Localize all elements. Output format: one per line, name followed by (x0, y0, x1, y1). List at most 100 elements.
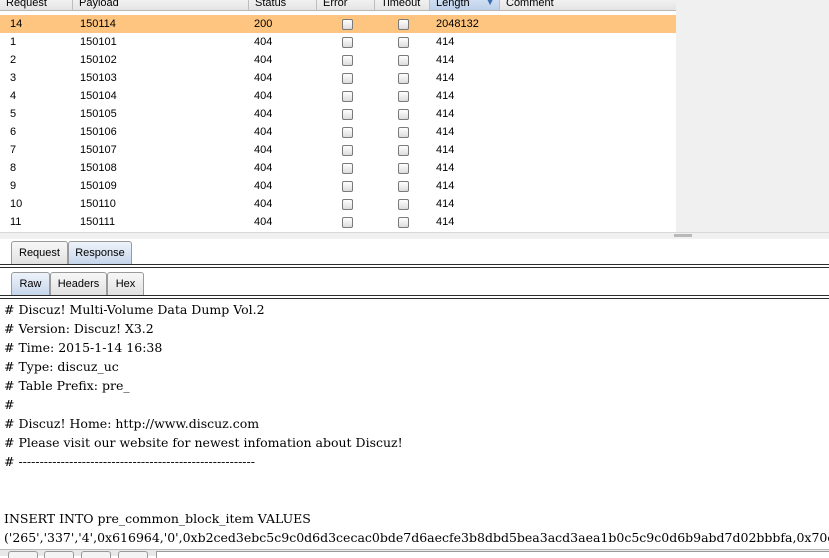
response-line: # Version: Discuz! X3.2 (4, 321, 154, 336)
payload-cell: 150101 (80, 36, 117, 48)
table-empty-area (676, 0, 829, 232)
results-table: Request Payload Status Error Timeout Len… (0, 0, 676, 232)
column-header-length[interactable]: Length ▼ (430, 0, 500, 10)
status-cell: 404 (254, 72, 273, 84)
timeout-checkbox[interactable] (398, 145, 409, 156)
table-row[interactable]: 11 150111 404 414 (0, 213, 676, 231)
sort-descending-icon: ▼ (485, 0, 495, 8)
response-line: # (4, 397, 15, 412)
timeout-checkbox[interactable] (398, 55, 409, 66)
column-header-request[interactable]: Request (0, 0, 73, 10)
tab-label: Response (75, 247, 125, 259)
response-line: # --------------------------------------… (4, 454, 255, 469)
table-row[interactable]: 9 150109 404 414 (0, 177, 676, 195)
error-checkbox[interactable] (342, 91, 353, 102)
status-cell: 404 (254, 126, 273, 138)
length-cell: 414 (436, 162, 455, 174)
status-cell: 404 (254, 180, 273, 192)
request-number-cell: 4 (10, 90, 17, 102)
error-checkbox[interactable] (342, 37, 353, 48)
table-row[interactable]: 3 150103 404 414 (0, 69, 676, 87)
timeout-checkbox[interactable] (398, 91, 409, 102)
tab-hex[interactable]: Hex (107, 272, 144, 295)
length-cell: 414 (436, 198, 455, 210)
request-number-cell: 10 (10, 198, 23, 210)
error-checkbox[interactable] (342, 145, 353, 156)
table-row[interactable]: 8 150108 404 414 (0, 159, 676, 177)
tab-response[interactable]: Response (68, 241, 132, 264)
length-cell: 414 (436, 216, 455, 228)
error-checkbox[interactable] (342, 19, 353, 30)
timeout-checkbox[interactable] (398, 109, 409, 120)
tab-divider (0, 295, 829, 299)
column-header-payload[interactable]: Payload (73, 0, 249, 10)
table-row[interactable]: 10 150110 404 414 (0, 195, 676, 213)
status-cell: 404 (254, 108, 273, 120)
table-row[interactable]: 6 150106 404 414 (0, 123, 676, 141)
length-cell: 414 (436, 144, 455, 156)
table-row[interactable]: 2 150102 404 414 (0, 51, 676, 69)
timeout-checkbox[interactable] (398, 163, 409, 174)
payload-cell: 150105 (80, 108, 117, 120)
column-label: Length (436, 0, 470, 9)
length-cell: 414 (436, 36, 455, 48)
response-line: # Discuz! Home: http://www.discuz.com (4, 416, 260, 431)
error-checkbox[interactable] (342, 199, 353, 210)
tab-label: Raw (19, 278, 42, 290)
error-checkbox[interactable] (342, 109, 353, 120)
payload-cell: 150114 (80, 18, 116, 30)
response-raw-editor[interactable]: # Discuz! Multi-Volume Data Dump Vol.2 # … (0, 300, 829, 549)
column-label: Comment (506, 0, 554, 9)
timeout-checkbox[interactable] (398, 73, 409, 84)
timeout-checkbox[interactable] (398, 19, 409, 30)
payload-cell: 150102 (80, 54, 117, 66)
response-line: # Table Prefix: pre_ (4, 378, 130, 393)
table-row[interactable]: 5 150105 404 414 (0, 105, 676, 123)
payload-cell: 150109 (80, 180, 117, 192)
tab-request[interactable]: Request (11, 241, 68, 264)
request-number-cell: 7 (10, 144, 17, 156)
request-number-cell: 2 (10, 54, 17, 66)
payload-cell: 150104 (80, 90, 117, 102)
error-checkbox[interactable] (342, 73, 353, 84)
table-row[interactable]: 7 150107 404 414 (0, 141, 676, 159)
length-cell: 414 (436, 180, 455, 192)
tab-divider (0, 264, 829, 268)
column-header-comment[interactable]: Comment (500, 0, 676, 10)
column-header-error[interactable]: Error (317, 0, 375, 10)
error-checkbox[interactable] (342, 127, 353, 138)
column-label: Error (323, 0, 348, 9)
request-number-cell: 14 (10, 18, 23, 30)
splitter-grip[interactable] (674, 234, 692, 237)
tab-headers[interactable]: Headers (50, 272, 107, 295)
error-checkbox[interactable] (342, 55, 353, 66)
timeout-checkbox[interactable] (398, 217, 409, 228)
error-checkbox[interactable] (342, 181, 353, 192)
timeout-checkbox[interactable] (398, 181, 409, 192)
status-cell: 200 (254, 18, 273, 30)
column-header-status[interactable]: Status (249, 0, 317, 10)
table-row[interactable]: 4 150104 404 414 (0, 87, 676, 105)
error-checkbox[interactable] (342, 217, 353, 228)
request-number-cell: 8 (10, 162, 17, 174)
length-cell: 414 (436, 90, 455, 102)
column-header-timeout[interactable]: Timeout (375, 0, 430, 10)
error-checkbox[interactable] (342, 163, 353, 174)
timeout-checkbox[interactable] (398, 37, 409, 48)
timeout-checkbox[interactable] (398, 127, 409, 138)
table-row[interactable]: 14 150114 200 2048132 (0, 15, 676, 33)
table-row[interactable]: 1 150101 404 414 (0, 33, 676, 51)
pane-splitter[interactable] (0, 232, 829, 239)
request-number-cell: 1 (10, 36, 17, 48)
request-number-cell: 6 (10, 126, 17, 138)
payload-cell: 150111 (80, 216, 116, 228)
column-label: Request (6, 0, 47, 9)
tab-raw[interactable]: Raw (11, 272, 50, 295)
timeout-checkbox[interactable] (398, 199, 409, 210)
response-line: # Please visit our website for newest in… (4, 435, 403, 450)
response-line: # Type: discuz_uc (4, 359, 119, 374)
column-label: Status (255, 0, 287, 9)
column-label: Payload (79, 0, 119, 9)
length-cell: 414 (436, 126, 455, 138)
payload-cell: 150108 (80, 162, 117, 174)
